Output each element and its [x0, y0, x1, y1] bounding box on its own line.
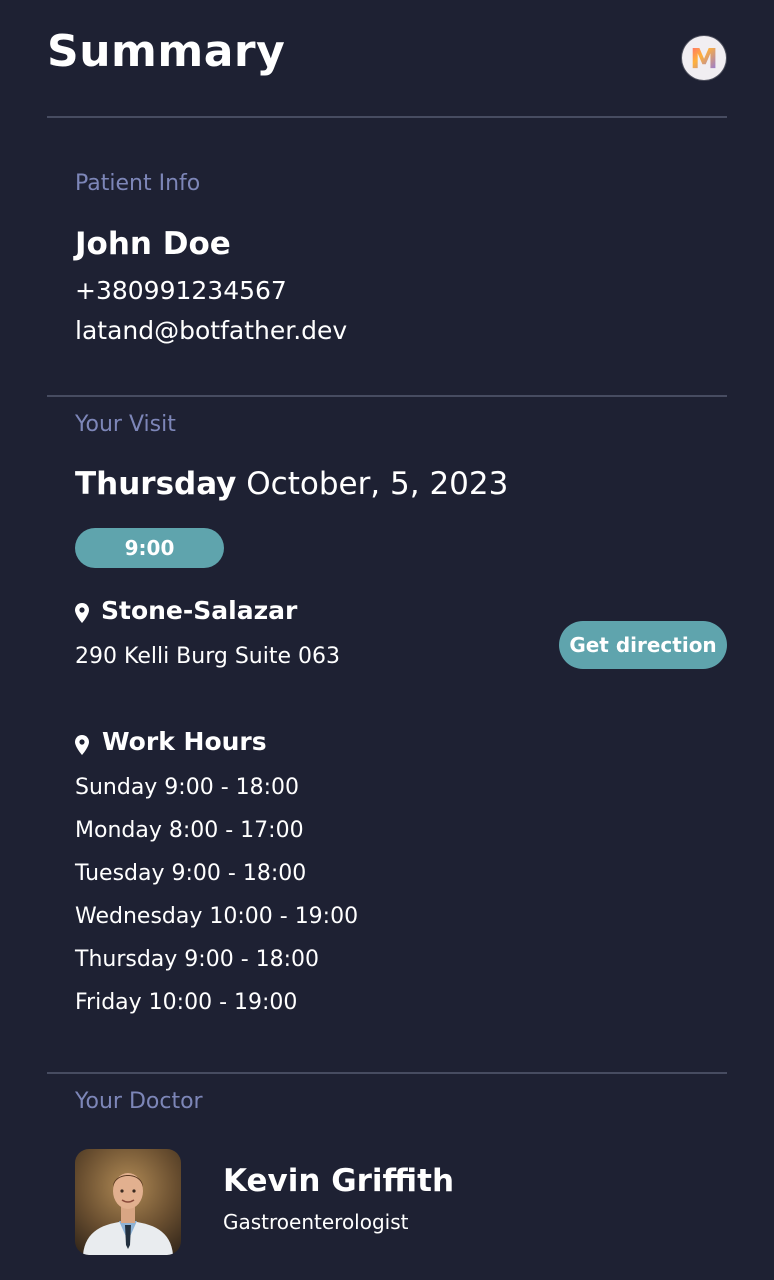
your-doctor-label: Your Doctor: [75, 1089, 203, 1114]
app-logo-avatar[interactable]: M: [682, 36, 726, 80]
clinic-address: 290 Kelli Burg Suite 063: [75, 644, 340, 669]
visit-date-text: October, 5, 2023: [246, 466, 509, 502]
visit-divider: [47, 1072, 727, 1074]
map-pin-icon: [75, 735, 89, 755]
patient-phone: +380991234567: [75, 276, 287, 305]
doctor-specialty: Gastroenterologist: [223, 1210, 409, 1234]
work-hours-line: Sunday 9:00 - 18:00: [75, 775, 300, 800]
patient-divider: [47, 395, 727, 397]
work-hours-line: Tuesday 9:00 - 18:00: [75, 861, 307, 886]
doctor-photo: [75, 1149, 181, 1255]
patient-info-label: Patient Info: [75, 171, 201, 196]
visit-date: Thursday October, 5, 2023: [75, 466, 508, 502]
summary-page: Summary M Patient Info John Doe +3809912…: [0, 0, 774, 1280]
work-hours-line: Wednesday 10:00 - 19:00: [75, 904, 359, 929]
page-title: Summary: [47, 26, 286, 77]
patient-name: John Doe: [75, 226, 231, 262]
work-hours-title: Work Hours: [102, 727, 267, 756]
map-pin-icon: [75, 603, 89, 623]
visit-time-badge: 9:00: [75, 528, 224, 568]
app-logo-letter: M: [690, 41, 718, 75]
visit-weekday: Thursday: [75, 466, 237, 502]
doctor-name: Kevin Griffith: [223, 1163, 455, 1199]
patient-email: latand@botfather.dev: [75, 316, 348, 345]
work-hours-line: Friday 10:00 - 19:00: [75, 990, 298, 1015]
work-hours-line: Monday 8:00 - 17:00: [75, 818, 304, 843]
clinic-name: Stone-Salazar: [101, 596, 298, 625]
header-divider: [47, 116, 727, 118]
work-hours-line: Thursday 9:00 - 18:00: [75, 947, 320, 972]
your-visit-label: Your Visit: [75, 412, 176, 437]
doctor-portrait-image: [83, 1173, 173, 1255]
get-direction-button[interactable]: Get direction: [559, 621, 727, 669]
